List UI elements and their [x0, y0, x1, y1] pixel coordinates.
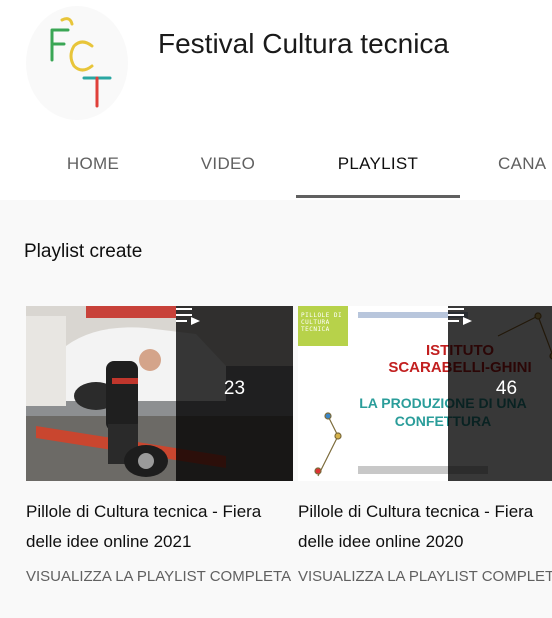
tab-home[interactable]: HOME — [60, 140, 126, 198]
channel-avatar[interactable] — [26, 6, 128, 120]
view-full-playlist-link[interactable]: VISUALIZZA LA PLAYLIST COMPLETA — [298, 567, 552, 586]
playlist-thumbnail[interactable]: 23 — [26, 306, 293, 481]
playlist-video-count: 23 — [223, 377, 246, 399]
channel-title: Festival Cultura tecnica — [158, 28, 450, 59]
tab-playlist[interactable]: PLAYLIST — [296, 140, 460, 198]
playlist-count-overlay: 23 — [176, 306, 293, 481]
channel-logo-icon — [50, 17, 112, 108]
playlist-card[interactable]: PILLOLE DI CULTURA TECNICA ISTITUTO SCAR… — [298, 306, 552, 586]
channel-header: Festival Cultura tecnica HOME VIDEO PLAY… — [0, 0, 552, 205]
playlist-title[interactable]: Pillole di Cultura tecnica - Fiera delle… — [26, 497, 296, 557]
playlist-video-count: 46 — [495, 377, 518, 399]
channel-tabs: HOME VIDEO PLAYLIST CANA — [0, 140, 552, 200]
playlist-thumbnail[interactable]: PILLOLE DI CULTURA TECNICA ISTITUTO SCAR… — [298, 306, 552, 481]
playlist-count-overlay: 46 — [448, 306, 552, 481]
thumbnail-badge: PILLOLE DI CULTURA TECNICA — [301, 312, 343, 333]
playlist-title[interactable]: Pillole di Cultura tecnica - Fiera delle… — [298, 497, 552, 557]
tab-canali[interactable]: CANA — [498, 140, 552, 198]
tab-video[interactable]: VIDEO — [196, 140, 260, 198]
section-title: Playlist create — [24, 241, 143, 262]
playlist-card[interactable]: 23 Pillole di Cultura tecnica - Fiera de… — [26, 306, 296, 586]
view-full-playlist-link[interactable]: VISUALIZZA LA PLAYLIST COMPLETA — [26, 567, 296, 586]
playlist-section: Playlist create 23 Pillole di Cultura te… — [0, 200, 552, 618]
